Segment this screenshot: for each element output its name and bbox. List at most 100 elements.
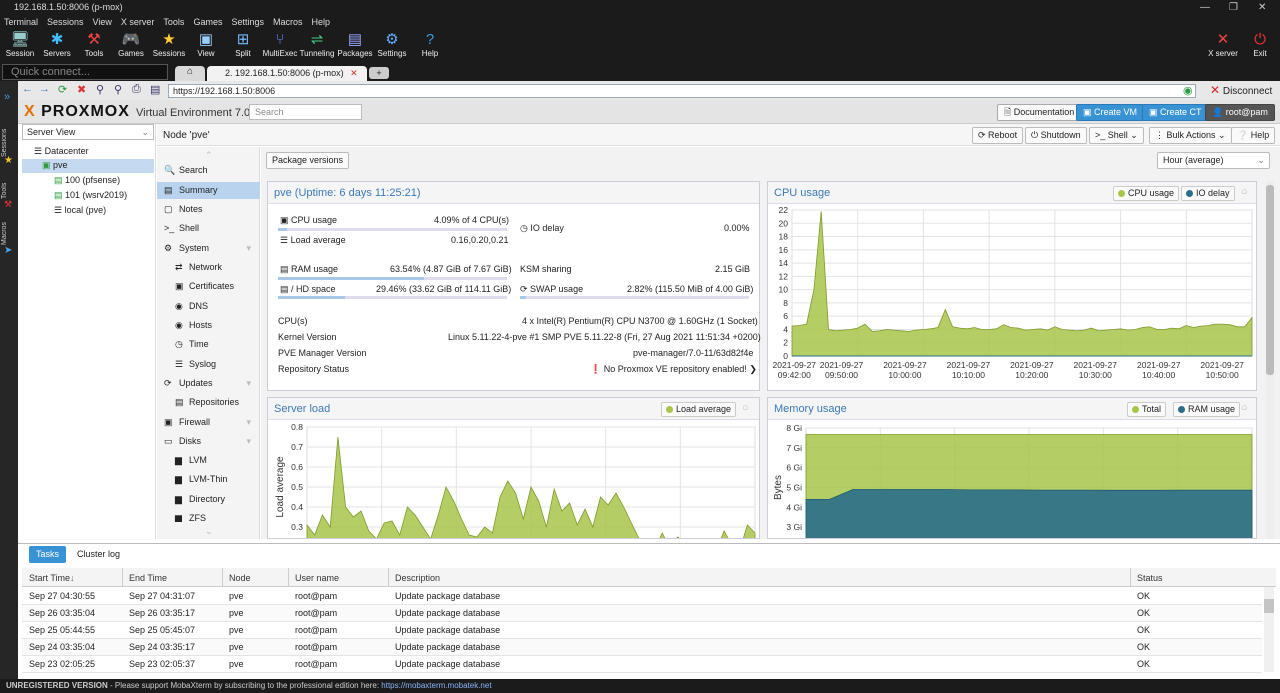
back-icon[interactable]: ← bbox=[22, 83, 33, 95]
menu-item-dns[interactable]: ◉ DNS bbox=[157, 298, 260, 315]
column-header-status[interactable]: Status bbox=[1137, 573, 1163, 583]
legend-cpu-usage[interactable]: CPU usage bbox=[1113, 186, 1180, 201]
server-view-select[interactable]: Server View ⌄ bbox=[22, 124, 154, 140]
toolbar-view-button[interactable]: ▣ View bbox=[188, 29, 224, 58]
reboot-button[interactable]: ⟳ Reboot bbox=[972, 127, 1024, 144]
side-tab-sessions[interactable]: Sessions bbox=[1, 117, 17, 157]
menu-item-syslog[interactable]: ☰ Syslog bbox=[157, 356, 260, 373]
shell-button[interactable]: >_ Shell ⌄ bbox=[1089, 127, 1144, 144]
collapse-arrows-icon[interactable]: » bbox=[4, 91, 10, 103]
legend-io-delay[interactable]: IO delay bbox=[1181, 186, 1235, 201]
tasks-scrollbar[interactable] bbox=[1264, 587, 1274, 672]
reload-icon[interactable]: ⟳ bbox=[58, 83, 67, 96]
create-vm-button[interactable]: ▣ Create VM bbox=[1076, 104, 1145, 121]
session-tab[interactable]: 2. 192.168.1.50:8006 (p-mox) ✕ bbox=[207, 66, 367, 81]
menu-item-lvm[interactable]: ▆ LVM bbox=[157, 452, 260, 469]
status-link[interactable]: https://mobaxterm.mobatek.net bbox=[381, 681, 491, 690]
url-input[interactable]: https://192.168.1.50:8006 bbox=[168, 84, 1196, 98]
menu-macros[interactable]: Macros bbox=[273, 17, 303, 27]
shutdown-button[interactable]: ⏻ Shutdown bbox=[1025, 127, 1087, 144]
menu-item-summary[interactable]: ▤ Summary bbox=[157, 182, 260, 199]
repo-status-value[interactable]: ❗ No Proxmox VE repository enabled! ❯ bbox=[590, 364, 757, 375]
menu-item-firewall[interactable]: ▣ Firewall ▾ bbox=[157, 414, 260, 431]
menu-item-updates[interactable]: ⟳ Updates ▾ bbox=[157, 375, 260, 392]
tab-close-icon[interactable]: ✕ bbox=[350, 68, 358, 78]
tree-node-pve[interactable]: ▣ pve bbox=[42, 160, 68, 171]
panel-collapse-icon[interactable]: ○ bbox=[742, 402, 749, 414]
zoom-in-icon[interactable]: ⚲ bbox=[96, 83, 104, 96]
page-icon[interactable]: ▤ bbox=[150, 83, 160, 96]
menu-x-server[interactable]: X server bbox=[121, 17, 155, 27]
tree-datacenter[interactable]: ☰ Datacenter bbox=[34, 146, 89, 157]
column-header-user-name[interactable]: User name bbox=[295, 573, 339, 583]
maximize-icon[interactable]: ❐ bbox=[1229, 0, 1238, 15]
tab-tasks[interactable]: Tasks bbox=[29, 546, 67, 563]
task-row[interactable]: Sep 23 02:05:25 Sep 23 02:05:37 pve root@pa… bbox=[22, 656, 1262, 673]
panel-collapse-icon[interactable]: ○ bbox=[1241, 402, 1248, 414]
menu-sessions[interactable]: Sessions bbox=[47, 17, 84, 27]
tab-cluster-log[interactable]: Cluster log bbox=[70, 546, 127, 563]
quick-connect-input[interactable]: Quick connect... bbox=[2, 64, 168, 80]
close-icon[interactable]: ✕ bbox=[1258, 0, 1266, 15]
menu-games[interactable]: Games bbox=[193, 17, 222, 27]
menu-item-time[interactable]: ◷ Time bbox=[157, 336, 260, 353]
minimize-icon[interactable]: — bbox=[1200, 0, 1210, 15]
toolbar-packages-button[interactable]: ▤ Packages bbox=[337, 29, 373, 58]
menu-scroll-down-icon[interactable]: ⌄ bbox=[205, 526, 213, 537]
zoom-out-icon[interactable]: ⚲ bbox=[114, 83, 122, 96]
new-tab-button[interactable]: + bbox=[369, 67, 389, 79]
toolbar-multiexec-button[interactable]: ⑂ MultiExec bbox=[262, 29, 298, 58]
documentation-button[interactable]: 🗎 Documentation bbox=[997, 104, 1082, 121]
bulk-actions-button[interactable]: ⋮ Bulk Actions ⌄ bbox=[1149, 127, 1232, 144]
menu-item-hosts[interactable]: ◉ Hosts bbox=[157, 317, 260, 334]
create-ct-button[interactable]: ▣ Create CT bbox=[1142, 104, 1209, 121]
home-tab[interactable]: ⌂ bbox=[175, 66, 205, 81]
tree-vm-101[interactable]: ▤ 101 (wsrv2019) bbox=[54, 190, 127, 201]
column-header-node[interactable]: Node bbox=[229, 573, 251, 583]
menu-item-disks[interactable]: ▭ Disks ▾ bbox=[157, 433, 260, 450]
menu-help[interactable]: Help bbox=[312, 17, 331, 27]
menu-item-lvm-thin[interactable]: ▆ LVM-Thin bbox=[157, 471, 260, 488]
menu-item-search[interactable]: 🔍 Search bbox=[157, 162, 260, 179]
menu-item-certificates[interactable]: ▣ Certificates bbox=[157, 278, 260, 295]
forward-icon[interactable]: → bbox=[39, 83, 50, 95]
xserver-button[interactable]: ✕ X server bbox=[1205, 29, 1241, 58]
menu-view[interactable]: View bbox=[93, 17, 112, 27]
legend-load-average[interactable]: Load average bbox=[661, 402, 737, 417]
task-row[interactable]: Sep 25 05:44:55 Sep 25 05:45:07 pve root@pa… bbox=[22, 622, 1262, 639]
exit-button[interactable]: ⏻ Exit bbox=[1242, 29, 1278, 58]
legend-ram-usage[interactable]: RAM usage bbox=[1173, 402, 1241, 417]
tree-storage-local[interactable]: ☰ local (pve) bbox=[54, 205, 106, 216]
task-row[interactable]: Sep 26 03:35:04 Sep 26 03:35:17 pve root@pa… bbox=[22, 605, 1262, 622]
tasks-scrollbar-thumb[interactable] bbox=[1264, 599, 1274, 613]
menu-item-notes[interactable]: ▢ Notes bbox=[157, 201, 260, 218]
disconnect-button[interactable]: ✕ Disconnect bbox=[1210, 83, 1272, 97]
content-scrollbar[interactable] bbox=[1266, 181, 1274, 539]
toolbar-servers-button[interactable]: ✱ Servers bbox=[39, 29, 75, 58]
toolbar-tunneling-button[interactable]: ⇌ Tunneling bbox=[299, 29, 335, 58]
menu-item-repositories[interactable]: ▤ Repositories bbox=[157, 394, 260, 411]
panel-collapse-icon[interactable]: ○ bbox=[1241, 186, 1248, 198]
toolbar-settings-button[interactable]: ⚙ Settings bbox=[374, 29, 410, 58]
column-header-end-time[interactable]: End Time bbox=[129, 573, 167, 583]
menu-terminal[interactable]: Terminal bbox=[4, 17, 38, 27]
toolbar-session-button[interactable]: 🖥 Session bbox=[2, 29, 38, 58]
menu-item-directory[interactable]: ▆ Directory bbox=[157, 491, 260, 508]
side-tab-tools[interactable]: Tools bbox=[1, 173, 17, 199]
side-tab-macros[interactable]: Macros bbox=[1, 215, 17, 245]
toolbar-tools-button[interactable]: ⚒ Tools bbox=[76, 29, 112, 58]
menu-settings[interactable]: Settings bbox=[231, 17, 264, 27]
menu-item-system[interactable]: ⚙ System ▾ bbox=[157, 240, 260, 257]
menu-item-shell[interactable]: >_ Shell bbox=[157, 220, 260, 237]
task-row[interactable]: Sep 24 03:35:04 Sep 24 03:35:17 pve root@pa… bbox=[22, 639, 1262, 656]
menu-scroll-up-icon[interactable]: ⌃ bbox=[205, 150, 213, 161]
user-menu-button[interactable]: 👤 root@pam bbox=[1205, 104, 1275, 121]
task-row[interactable]: Sep 27 04:30:55 Sep 27 04:31:07 pve root@pa… bbox=[22, 588, 1262, 605]
print-icon[interactable]: ⎙ bbox=[132, 83, 141, 96]
menu-item-zfs[interactable]: ▆ ZFS bbox=[157, 510, 260, 522]
pve-search-input[interactable]: Search bbox=[249, 104, 362, 120]
column-header-description[interactable]: Description bbox=[395, 573, 440, 583]
stop-icon[interactable]: ✖ bbox=[77, 83, 86, 96]
toolbar-games-button[interactable]: 🎮 Games bbox=[113, 29, 149, 58]
legend-total[interactable]: Total bbox=[1127, 402, 1167, 417]
